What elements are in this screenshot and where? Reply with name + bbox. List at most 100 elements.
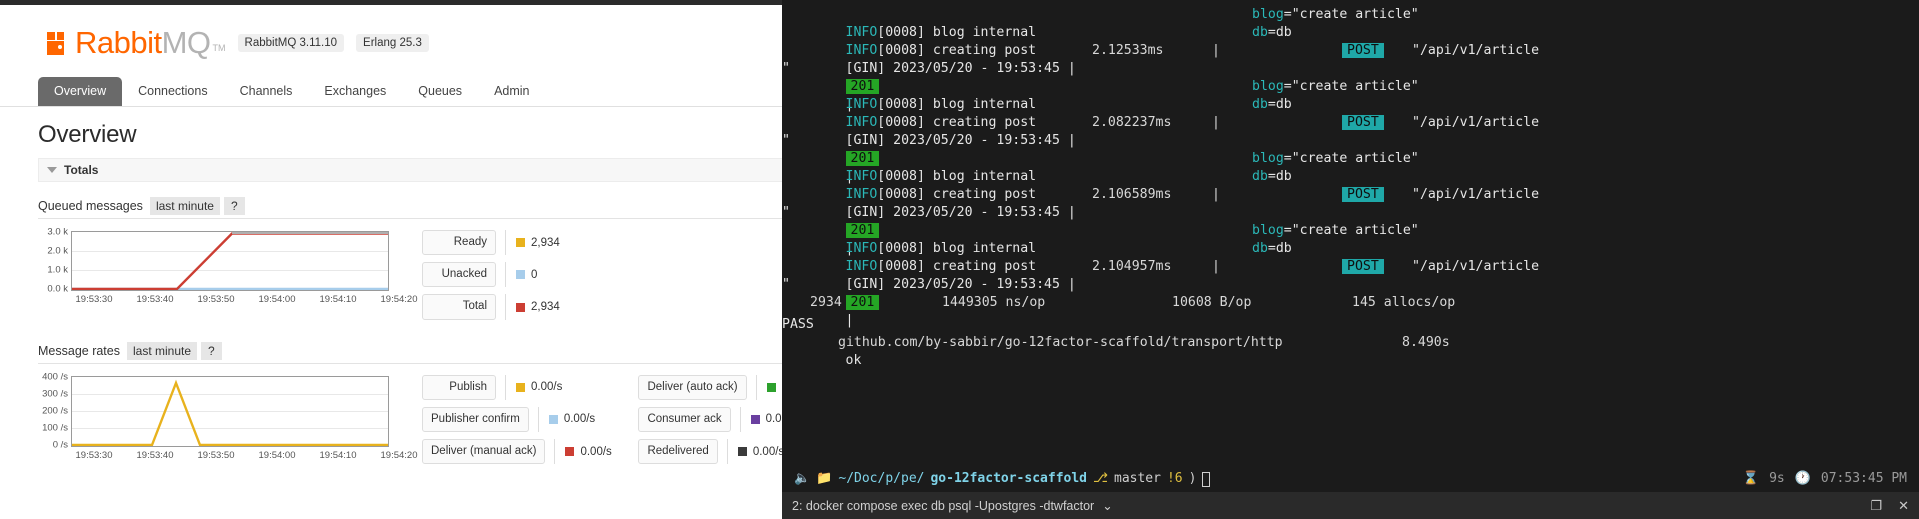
- queued-messages-title-row: Queued messages last minute ?: [38, 197, 782, 219]
- queued-period-chip[interactable]: last minute: [149, 197, 220, 215]
- legend-button-deliver-auto-ack[interactable]: Deliver (auto ack): [638, 374, 747, 400]
- legend-row-consumer-ack: Consumer ack 0.00/s: [638, 406, 782, 433]
- legend-value-redelivered-wrap: 0.00/s: [726, 439, 782, 465]
- terminal-line-quote: ": [782, 60, 1919, 78]
- log-val: =db: [1267, 169, 1292, 184]
- legend-button-redelivered[interactable]: Redelivered: [638, 439, 718, 465]
- log-key: db: [1252, 241, 1268, 256]
- terminal-window[interactable]: INFO[0008] blog internal blog="create ar…: [782, 0, 1919, 519]
- legend-value-unacked: 0: [531, 268, 538, 281]
- status-right-group: ⌛ 9s 🕐 07:53:45 PM: [1743, 470, 1907, 488]
- http-method-badge: POST: [1342, 186, 1384, 204]
- gin-latency: 2.106589ms: [1092, 187, 1172, 202]
- tab-queues[interactable]: Queues: [402, 77, 478, 106]
- version-badge-erlang: Erlang 25.3: [356, 33, 429, 52]
- tab-exchanges[interactable]: Exchanges: [308, 77, 402, 106]
- message-rates-chart: 400 /s 300 /s 200 /s 100 /s 0 /s 19:53:3…: [38, 371, 417, 465]
- rates-help-icon[interactable]: ?: [201, 341, 222, 360]
- terminal-tab-bar[interactable]: 2: docker compose exec db psql -Upostgre…: [782, 492, 1919, 519]
- queued-series-paths: [72, 232, 388, 290]
- tab-channels[interactable]: Channels: [224, 77, 309, 106]
- gin-latency: 2.12533ms: [1092, 43, 1164, 58]
- message-rates-title-row: Message rates last minute ?: [38, 341, 782, 364]
- section-header-totals[interactable]: Totals: [38, 158, 782, 182]
- terminal-line: INFO[0008] blog internal blog="create ar…: [782, 150, 1919, 184]
- legend-button-publisher-confirm[interactable]: Publisher confirm: [422, 406, 529, 433]
- folder-icon: 📁: [816, 471, 833, 486]
- terminal-line: INFO[0008] blog internal blog="create ar…: [782, 222, 1919, 256]
- terminal-line-quote: ": [782, 204, 1919, 222]
- pipe-2: |: [1212, 43, 1220, 58]
- terminal-line-quote: ": [782, 276, 1919, 294]
- legend-value-ready: 2,934: [531, 236, 560, 249]
- log-field-key: blog="create article": [1252, 150, 1419, 168]
- log-field-key: db=db: [1252, 240, 1292, 258]
- legend-button-total[interactable]: Total: [422, 294, 496, 320]
- queued-xtick-5: 19:54:20: [380, 294, 418, 305]
- rates-xtick-5: 19:54:20: [380, 449, 418, 461]
- tab-connections[interactable]: Connections: [122, 77, 224, 106]
- legend-value-deliver-auto-ack-wrap: 0.00/s: [755, 374, 782, 400]
- legend-value-total-wrap: 2,934: [505, 294, 567, 320]
- legend-button-publish[interactable]: Publish: [422, 374, 496, 400]
- rates-ytick-3: 300 /s: [42, 388, 68, 400]
- queued-messages-chart: 3.0 k 2.0 k 1.0 k 0.0 k 19:53:30 19:53:4…: [38, 226, 417, 308]
- rates-ytick-1: 100 /s: [42, 422, 68, 434]
- request-path: "/api/v1/article: [1412, 259, 1540, 274]
- restore-window-icon[interactable]: ❐: [1870, 497, 1882, 515]
- brand-mq: MQ: [161, 25, 211, 60]
- tab-admin[interactable]: Admin: [478, 77, 545, 106]
- chevron-down-icon[interactable]: ⌄: [1102, 497, 1112, 515]
- rates-legend: Publish 0.00/s Publisher confirm 0.00/s: [422, 374, 782, 465]
- speaker-icon: 🔈: [794, 471, 811, 486]
- log-key: blog: [1252, 223, 1284, 238]
- legend-button-unacked[interactable]: Unacked: [422, 262, 496, 288]
- legend-button-consumer-ack[interactable]: Consumer ack: [638, 406, 731, 433]
- tab-overview[interactable]: Overview: [38, 77, 123, 106]
- http-method-badge: POST: [1342, 114, 1384, 132]
- rabbitmq-logo-icon: [47, 30, 73, 56]
- legend-value-ready-wrap: 2,934: [505, 230, 567, 256]
- log-field-key: blog="create article": [1252, 6, 1419, 24]
- terminal-tab-label[interactable]: 2: docker compose exec db psql -Upostgre…: [792, 497, 1094, 515]
- legend-swatch-redelivered: [737, 447, 747, 457]
- legend-value-total: 2,934: [531, 301, 560, 314]
- rates-period-chip[interactable]: last minute: [126, 341, 198, 360]
- queued-xtick-3: 19:54:00: [258, 294, 296, 305]
- legend-button-deliver-manual-ack[interactable]: Deliver (manual ack): [422, 439, 546, 465]
- http-method: POST: [1342, 43, 1384, 58]
- log-key: db: [1252, 25, 1268, 40]
- legend-value-consumer-ack-wrap: 0.00/s: [739, 406, 782, 433]
- page-title: Overview: [38, 121, 137, 148]
- log-field-key: db=db: [1252, 96, 1292, 114]
- status-clock: 07:53:45 PM: [1820, 471, 1907, 486]
- queued-y-axis: 3.0 k 2.0 k 1.0 k 0.0 k: [38, 226, 68, 295]
- main-nav-tabs: Overview Connections Channels Exchanges …: [0, 77, 782, 107]
- legend-swatch-publisher-confirm: [548, 414, 558, 424]
- log-val: ="create article": [1283, 223, 1419, 238]
- rates-chart-row: 400 /s 300 /s 200 /s 100 /s 0 /s 19:53:3…: [38, 371, 782, 465]
- close-window-icon[interactable]: ✕: [1898, 497, 1909, 515]
- queued-help-icon[interactable]: ?: [223, 197, 245, 215]
- terminal-output: INFO[0008] blog internal blog="create ar…: [782, 0, 1919, 368]
- queued-ytick-3: 3.0 k: [47, 226, 68, 238]
- terminal-line-gin: [GIN] 2023/05/20 - 19:53:45 | 201 | 2.12…: [782, 42, 1919, 112]
- legend-value-publisher-confirm: 0.00/s: [563, 413, 596, 426]
- rates-plot-area: [71, 375, 389, 447]
- queued-messages-block: Queued messages last minute ? 3.0 k 2.0 …: [38, 197, 782, 320]
- queued-xtick-2: 19:53:50: [197, 294, 235, 305]
- terminal-line-quote: ": [782, 132, 1919, 150]
- legend-value-publish-wrap: 0.00/s: [505, 374, 567, 400]
- queued-messages-label: Queued messages: [38, 199, 143, 213]
- legend-row-publish: Publish 0.00/s: [422, 374, 616, 400]
- legend-value-deliver-manual-ack-wrap: 0.00/s: [554, 439, 616, 465]
- legend-swatch-deliver-auto-ack: [766, 382, 776, 392]
- legend-button-ready[interactable]: Ready: [422, 230, 496, 256]
- status-duration: 9s: [1769, 471, 1785, 486]
- legend-swatch-deliver-manual-ack: [565, 447, 575, 457]
- legend-value-unacked-wrap: 0: [505, 262, 567, 288]
- rates-xtick-1: 19:53:40: [136, 449, 174, 461]
- test-package-path: github.com/by-sabbir/go-12factor-scaffol…: [838, 335, 1283, 350]
- legend-swatch-publish: [516, 382, 525, 392]
- quote-char: ": [782, 61, 790, 76]
